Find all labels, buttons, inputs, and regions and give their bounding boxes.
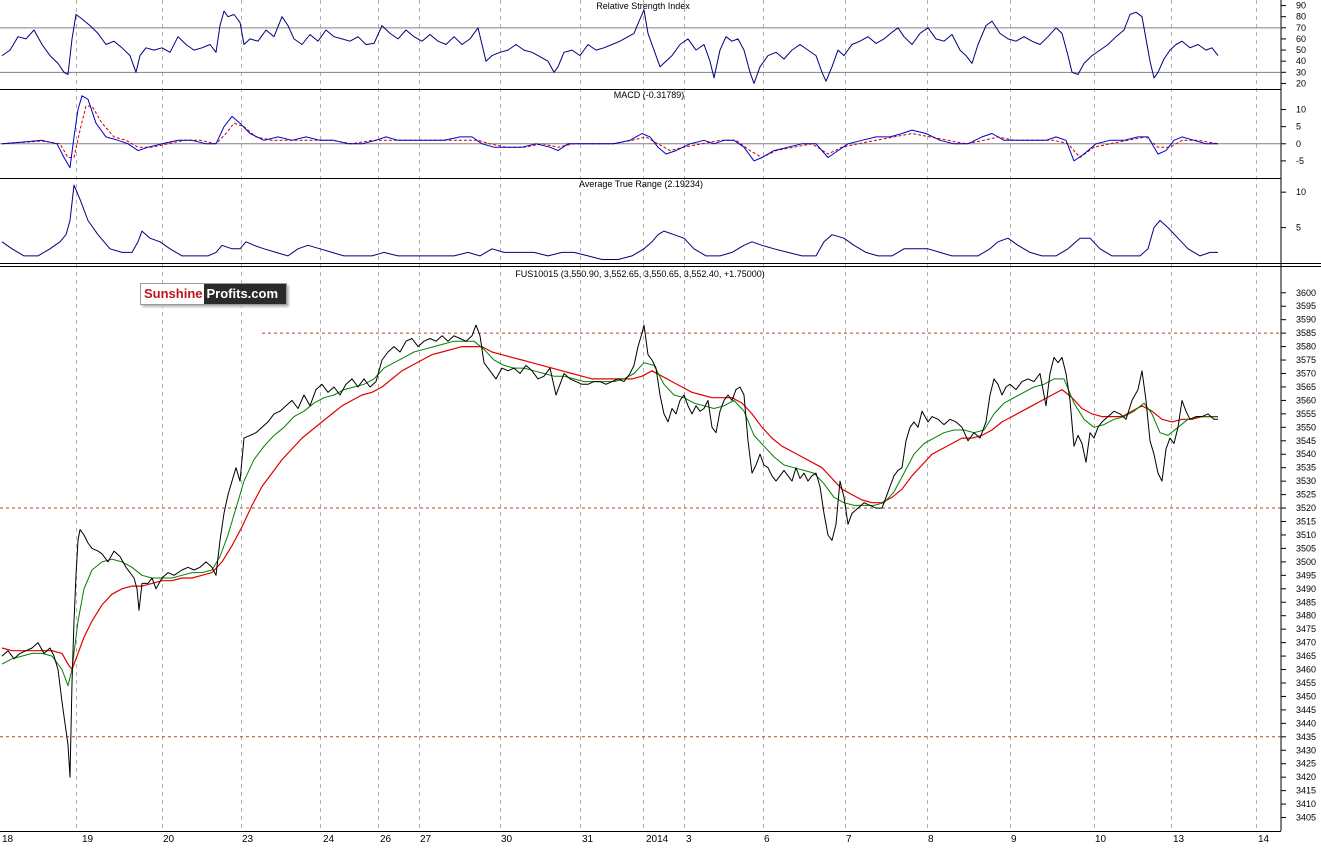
rsi-tick-label: 80 — [1296, 12, 1306, 22]
rsi-tick-label: 30 — [1296, 67, 1306, 77]
x-axis-label: 30 — [501, 834, 513, 844]
price-tick-label: 3505 — [1296, 543, 1316, 553]
rsi-panel-title: Relative Strength Index — [596, 1, 690, 11]
price-tick-label: 3510 — [1296, 530, 1316, 540]
price-tick-label: 3475 — [1296, 624, 1316, 634]
price-tick-label: 3545 — [1296, 436, 1316, 446]
price-tick-label: 3445 — [1296, 705, 1316, 715]
price-tick-label: 3455 — [1296, 678, 1316, 688]
price-panel-title: FUS10015 (3,550.90, 3,552.65, 3,550.65, … — [515, 269, 764, 279]
price-tick-label: 3485 — [1296, 597, 1316, 607]
atr-tick-label: 10 — [1296, 187, 1306, 197]
price-tick-label: 3410 — [1296, 799, 1316, 809]
price-tick-label: 3535 — [1296, 463, 1316, 473]
price-tick-label: 3405 — [1296, 813, 1316, 823]
price-tick-label: 3495 — [1296, 570, 1316, 580]
chart-root: 3405 3410 3415 3420 3425 3430 3435 3440 3445 3450… — [0, 0, 1321, 845]
price-tick-label: 3600 — [1296, 288, 1316, 298]
rsi-tick-label: 70 — [1296, 23, 1306, 33]
atr-tick-label: 5 — [1296, 223, 1301, 233]
price-tick-label: 3530 — [1296, 476, 1316, 486]
x-axis-label: 8 — [928, 834, 934, 844]
x-axis-label: 14 — [1258, 834, 1270, 844]
price-tick-label: 3580 — [1296, 342, 1316, 352]
price-tick-label: 3480 — [1296, 611, 1316, 621]
price-tick-label: 3490 — [1296, 584, 1316, 594]
price-tick-label: 3590 — [1296, 315, 1316, 325]
price-tick-label: 3500 — [1296, 557, 1316, 567]
price-tick-label: 3575 — [1296, 355, 1316, 365]
logo-text-part2: Profits.com — [203, 284, 287, 304]
price-tick-label: 3560 — [1296, 395, 1316, 405]
rsi-tick-label: 50 — [1296, 45, 1306, 55]
price-tick-label: 3425 — [1296, 759, 1316, 769]
logo-text-part1: Sunshine — [144, 286, 203, 301]
x-axis-label: 20 — [163, 834, 175, 844]
chart-svg: 3405341034153420342534303435344034453450… — [0, 0, 1321, 845]
x-axis-label: 26 — [380, 834, 392, 844]
price-tick-label: 3415 — [1296, 786, 1316, 796]
price-tick-label: 3595 — [1296, 301, 1316, 311]
x-axis-label: 19 — [82, 834, 94, 844]
macd-panel-title: MACD (-0.31789) — [614, 90, 685, 100]
x-axis-label: 27 — [420, 834, 432, 844]
atr-panel-title: Average True Range (2.19234) — [579, 179, 703, 189]
price-tick-label: 3540 — [1296, 449, 1316, 459]
price-tick-label: 3520 — [1296, 503, 1316, 513]
rsi-tick-label: 60 — [1296, 34, 1306, 44]
macd-tick-label: 5 — [1296, 122, 1301, 132]
x-axis-label: 9 — [1011, 834, 1017, 844]
price-tick-label: 3550 — [1296, 422, 1316, 432]
price-tick-label: 3585 — [1296, 328, 1316, 338]
x-axis-label: 10 — [1095, 834, 1107, 844]
x-axis-label: 24 — [323, 834, 335, 844]
macd-tick-label: -5 — [1296, 156, 1304, 166]
price-tick-label: 3435 — [1296, 732, 1316, 742]
sunshine-profits-logo: Sunshine Profits.com — [140, 283, 288, 305]
price-tick-label: 3555 — [1296, 409, 1316, 419]
x-axis-label: 23 — [242, 834, 254, 844]
x-axis-label: 6 — [764, 834, 770, 844]
macd-tick-label: 0 — [1296, 139, 1301, 149]
x-axis-label: 2014 — [646, 834, 669, 844]
price-tick-label: 3565 — [1296, 382, 1316, 392]
price-tick-label: 3515 — [1296, 517, 1316, 527]
x-axis-label: 3 — [686, 834, 692, 844]
price-tick-label: 3525 — [1296, 490, 1316, 500]
price-tick-label: 3440 — [1296, 718, 1316, 728]
rsi-tick-label: 40 — [1296, 56, 1306, 66]
price-tick-label: 3470 — [1296, 638, 1316, 648]
x-axis-label: 7 — [846, 834, 852, 844]
price-tick-label: 3430 — [1296, 745, 1316, 755]
price-tick-label: 3450 — [1296, 691, 1316, 701]
price-tick-label: 3420 — [1296, 772, 1316, 782]
x-axis-label: 18 — [2, 834, 14, 844]
rsi-tick-label: 90 — [1296, 1, 1306, 11]
price-tick-label: 3570 — [1296, 369, 1316, 379]
price-tick-label: 3460 — [1296, 665, 1316, 675]
x-axis-label: 31 — [582, 834, 594, 844]
rsi-tick-label: 20 — [1296, 78, 1306, 88]
x-axis-label: 13 — [1173, 834, 1185, 844]
macd-tick-label: 10 — [1296, 105, 1306, 115]
price-tick-label: 3465 — [1296, 651, 1316, 661]
